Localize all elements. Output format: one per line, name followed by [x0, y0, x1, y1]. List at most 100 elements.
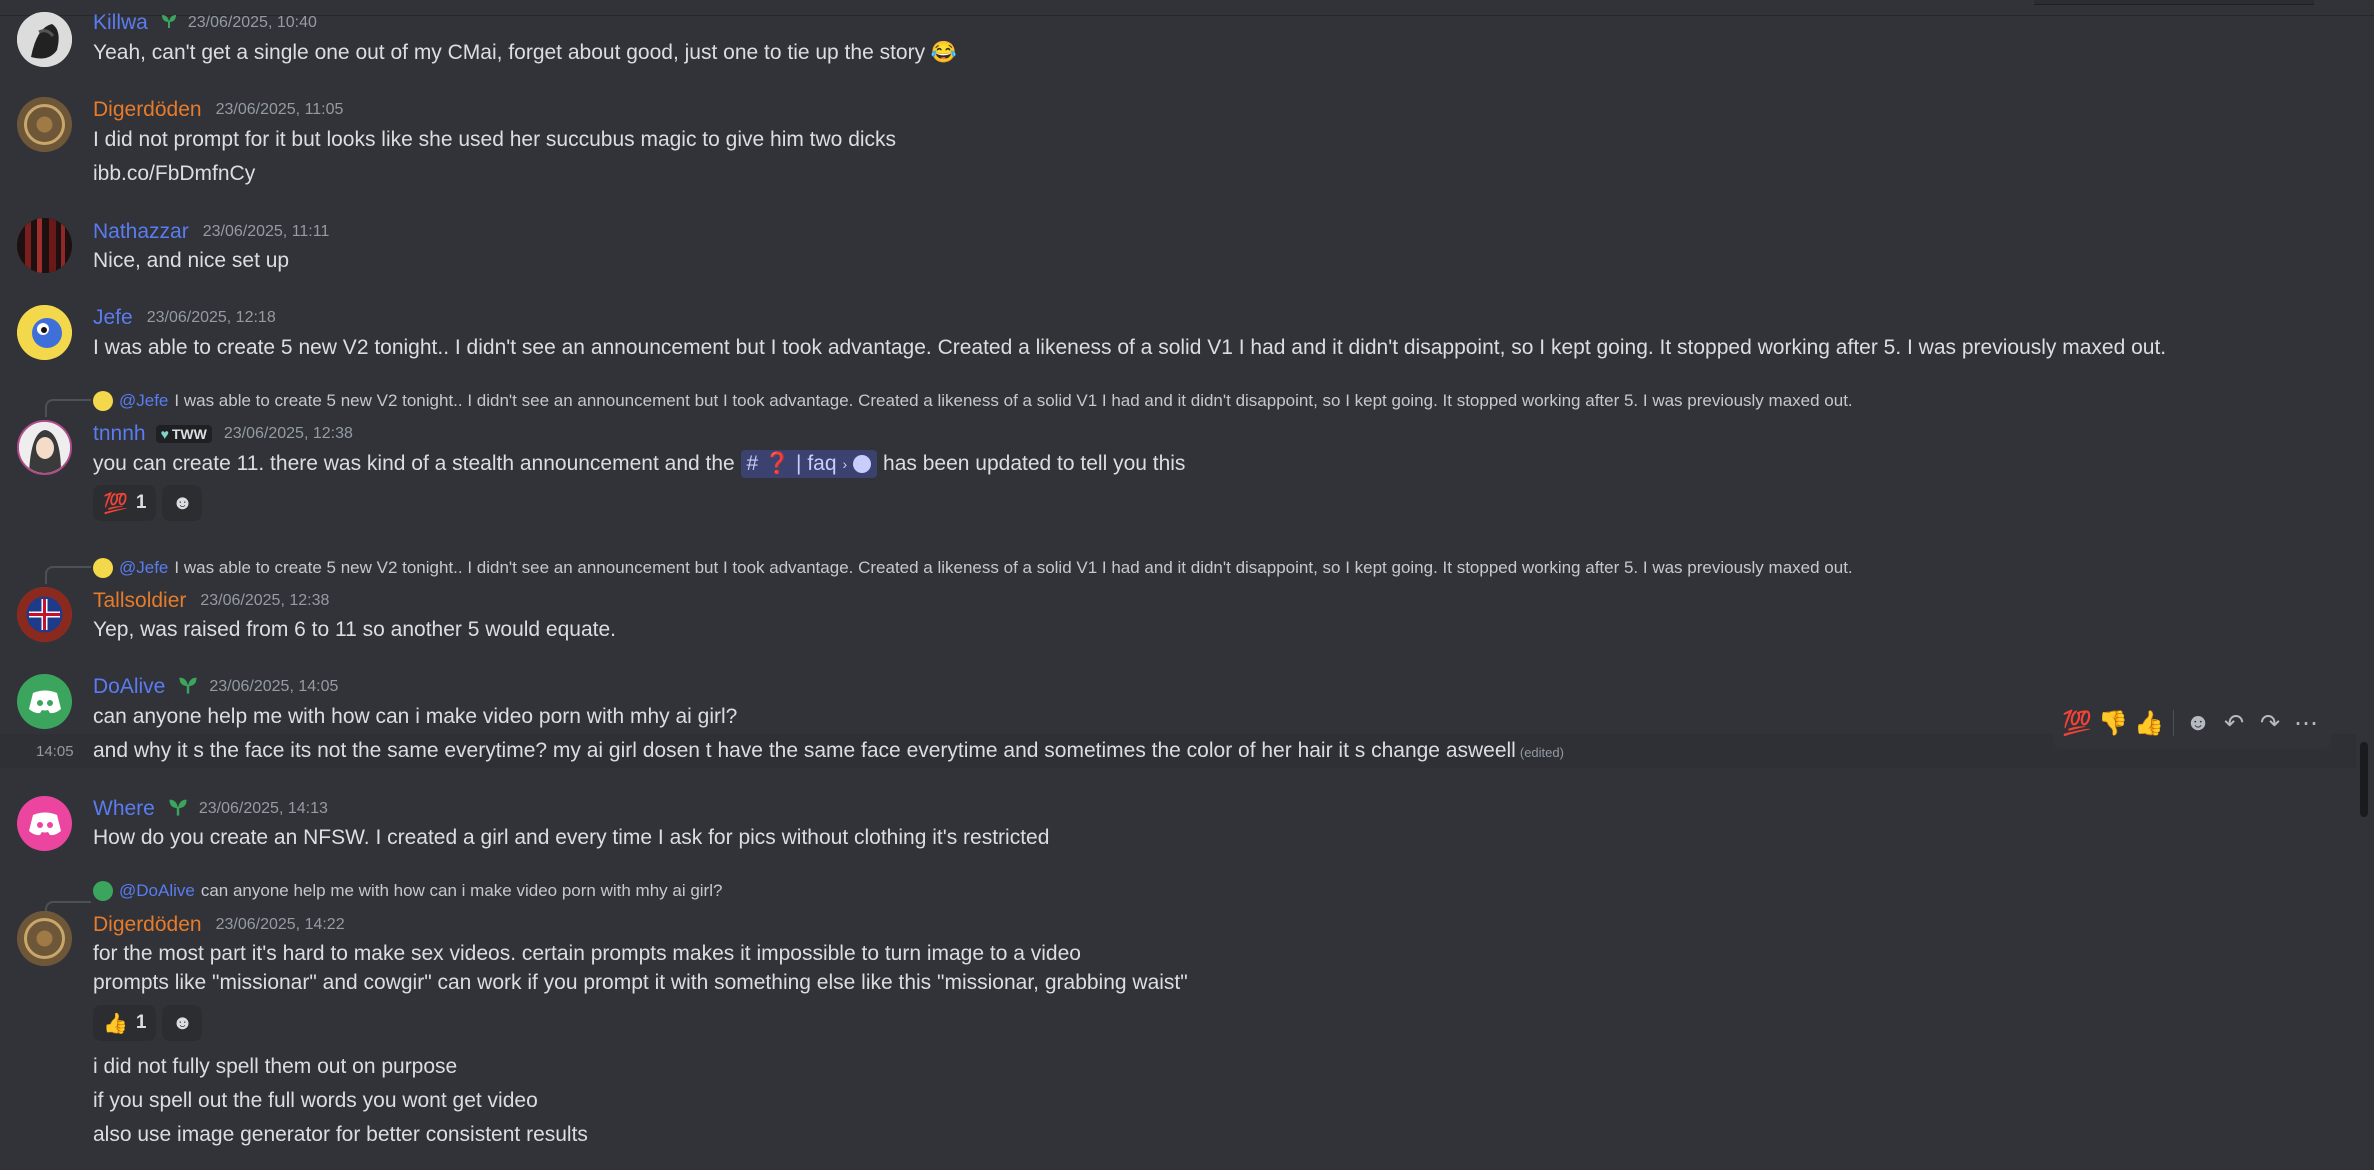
more-button[interactable]: ⋯ [2290, 703, 2322, 743]
channel-header-edge [0, 0, 2374, 16]
username[interactable]: Killwa [93, 11, 148, 35]
toolbar-divider [2173, 710, 2174, 736]
reply-preview[interactable]: @Jefe I was able to create 5 new V2 toni… [93, 556, 1853, 580]
username[interactable]: Nathazzar [93, 220, 189, 244]
username[interactable]: Digerdöden [93, 98, 202, 122]
avatar[interactable] [17, 97, 72, 152]
channel-name: # ❓ | faq [746, 452, 837, 475]
avatar[interactable] [17, 674, 72, 729]
reaction-100[interactable]: 💯 1 [93, 485, 157, 521]
sprout-badge-icon [160, 13, 178, 34]
message-text: Yep, was raised from 6 to 11 so another … [93, 618, 617, 641]
avatar[interactable] [17, 218, 72, 273]
thumbs-up-icon: 👍 [2134, 709, 2164, 737]
hundred-icon: 💯 [2062, 709, 2092, 737]
message-text: I did not prompt for it but looks like s… [93, 128, 897, 151]
quick-react-thumbs-up[interactable]: 👍 [2133, 703, 2165, 743]
reply-text: I was able to create 5 new V2 tonight.. … [174, 391, 1853, 410]
reaction-count: 1 [135, 492, 147, 513]
username[interactable]: Tallsoldier [93, 589, 186, 613]
add-reaction-button[interactable]: ☻ [162, 485, 203, 521]
timestamp: 23/06/2025, 11:05 [215, 101, 344, 118]
message-text: i did not fully spell them out on purpos… [93, 1055, 458, 1078]
channel-mention[interactable]: # ❓ | faq › [740, 450, 878, 478]
reactions: 👍 1 ☻ [93, 1005, 203, 1041]
reply-mention[interactable]: @Jefe [119, 558, 168, 578]
timestamp: 23/06/2025, 12:38 [200, 592, 330, 609]
thread-icon [853, 455, 872, 473]
thumbs-down-icon: 👎 [2098, 709, 2128, 737]
reply-mention[interactable]: @Jefe [119, 391, 168, 411]
message-text-part: and why it s the face its not the same e… [93, 739, 1516, 762]
avatar[interactable] [17, 305, 72, 360]
timestamp: 23/06/2025, 14:22 [215, 916, 345, 933]
message-text: I was able to create 5 new V2 tonight.. … [93, 336, 2167, 359]
avatar[interactable] [17, 420, 72, 475]
reply-text: I was able to create 5 new V2 tonight.. … [174, 558, 1853, 577]
avatar[interactable] [17, 911, 72, 966]
smile-plus-icon: ☻ [2185, 709, 2211, 736]
username[interactable]: tnnnh [93, 422, 146, 446]
message-text: and why it s the face its not the same e… [93, 736, 1564, 766]
reaction-thumbs-up[interactable]: 👍 1 [93, 1005, 157, 1041]
reply-avatar [93, 558, 113, 578]
timestamp: 23/06/2025, 14:05 [209, 678, 339, 695]
header-tab [2034, 0, 2314, 5]
guild-tag[interactable]: ♥ TWW [155, 425, 212, 443]
message-text: Yeah, can't get a single one out of my C… [93, 41, 958, 64]
avatar[interactable] [17, 12, 72, 67]
message-text-part: you can create 11. there was kind of a s… [93, 452, 735, 475]
reply-connector [45, 566, 91, 584]
avatar[interactable] [17, 587, 72, 642]
heart-icon: ♥ [160, 426, 169, 442]
reaction-count: 1 [135, 1012, 147, 1033]
reply-preview[interactable]: @Jefe I was able to create 5 new V2 toni… [93, 389, 1853, 413]
smile-plus-icon: ☻ [171, 491, 193, 514]
hover-timestamp: 14:05 [36, 743, 74, 760]
username[interactable]: Jefe [93, 306, 133, 330]
sprout-badge-icon [167, 797, 189, 822]
quick-react-thumbs-down[interactable]: 👎 [2097, 703, 2129, 743]
message-text: if you spell out the full words you wont… [93, 1089, 538, 1112]
forward-icon: ↷ [2259, 709, 2281, 737]
reply-connector [45, 399, 91, 417]
thumbs-up-icon: 👍 [103, 1012, 128, 1035]
timestamp: 23/06/2025, 12:38 [223, 425, 353, 442]
timestamp: 23/06/2025, 10:40 [187, 14, 317, 31]
message-text: How do you create an NFSW. I created a g… [93, 826, 1050, 849]
reply-avatar [93, 391, 113, 411]
add-reaction-button[interactable]: ☻ [2182, 703, 2214, 743]
reactions: 💯 1 ☻ [93, 485, 203, 521]
username[interactable]: Where [93, 797, 155, 821]
message-link[interactable]: ibb.co/FbDmfnCy [93, 159, 255, 189]
guild-tag-label: TWW [171, 426, 207, 442]
add-reaction-button[interactable]: ☻ [162, 1005, 203, 1041]
reply-text: can anyone help me with how can i make v… [200, 881, 723, 900]
message-text: Nice, and nice set up [93, 249, 290, 272]
quick-react-100[interactable]: 💯 [2061, 703, 2093, 743]
reply-mention[interactable]: @DoAlive [119, 881, 195, 901]
chevron-right-icon: › [842, 456, 848, 472]
username[interactable]: DoAlive [93, 675, 165, 699]
sprout-badge-icon [177, 675, 199, 700]
timestamp: 23/06/2025, 12:18 [146, 309, 276, 326]
message-text: you can create 11. there was kind of a s… [93, 449, 1185, 479]
message-text: prompts like "missionar" and cowgir" can… [93, 971, 1188, 994]
message-actions-toolbar: 💯 👎 👍 ☻ ↶ ↷ ⋯ [2053, 697, 2331, 749]
reply-avatar [93, 881, 113, 901]
message-text: also use image generator for better cons… [93, 1123, 588, 1146]
more-icon: ⋯ [2294, 709, 2318, 737]
avatar[interactable] [17, 796, 72, 851]
timestamp: 23/06/2025, 14:13 [198, 800, 328, 817]
timestamp: 23/06/2025, 11:11 [202, 223, 330, 240]
reply-button[interactable]: ↶ [2218, 703, 2250, 743]
hundred-icon: 💯 [103, 492, 128, 515]
smile-plus-icon: ☻ [171, 1011, 193, 1034]
message-text: for the most part it's hard to make sex … [93, 942, 1081, 965]
message-text: can anyone help me with how can i make v… [93, 705, 738, 728]
username[interactable]: Digerdöden [93, 913, 202, 937]
forward-button[interactable]: ↷ [2254, 703, 2286, 743]
reply-preview[interactable]: @DoAlive can anyone help me with how can… [93, 879, 722, 903]
scrollbar-thumb[interactable] [2360, 742, 2368, 817]
message-text-part: has been updated to tell you this [883, 452, 1186, 475]
